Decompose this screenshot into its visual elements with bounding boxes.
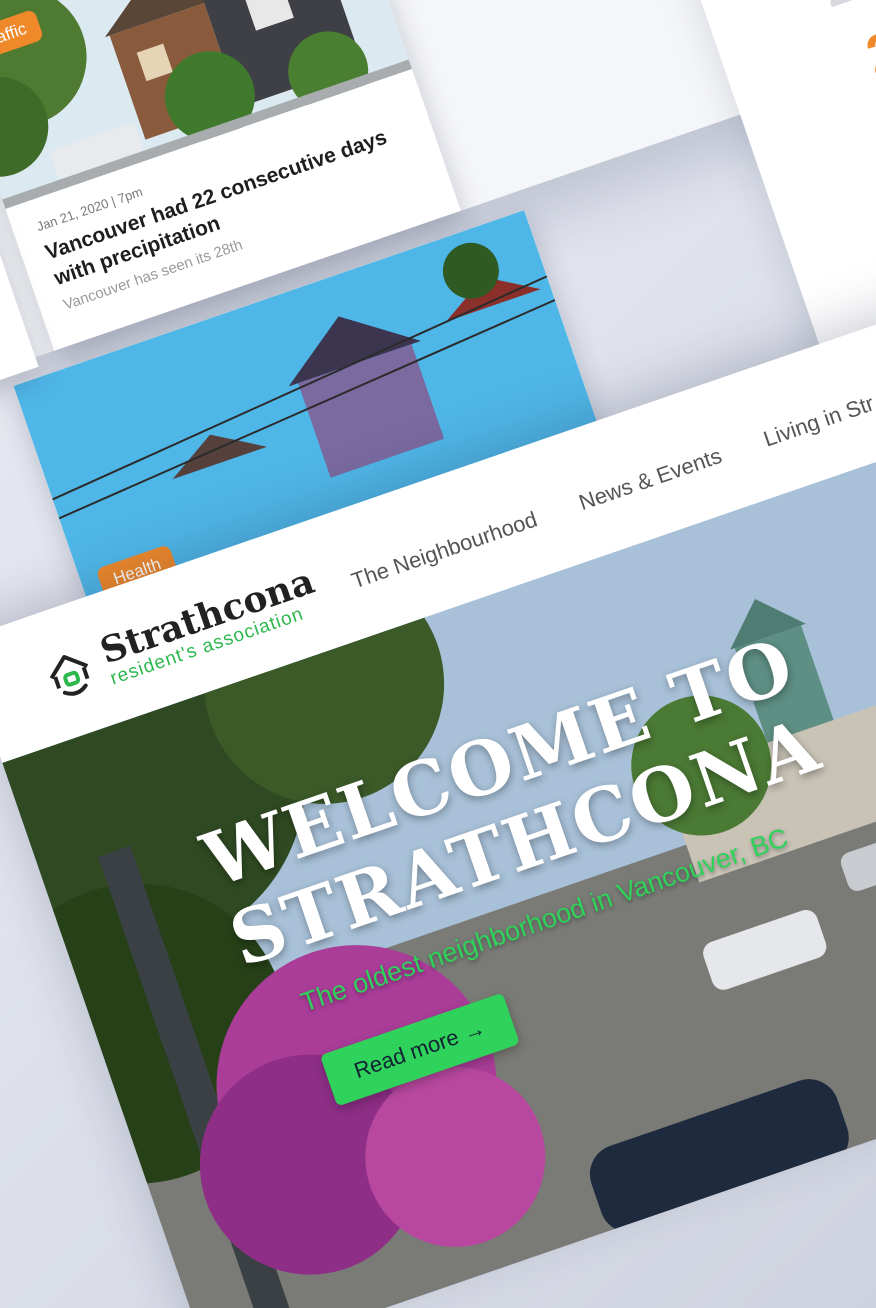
house-logo-icon xyxy=(49,654,90,696)
nav-item-news-events[interactable]: News & Events xyxy=(576,443,726,516)
news-board: Traffic Jan 21, 2020 | 7pm Vancouver had… xyxy=(0,0,817,632)
nav-item-living[interactable]: Living in Str xyxy=(760,390,876,452)
stat-number-faded: 20 xyxy=(816,0,876,19)
nav-item-neighbourhood[interactable]: The Neighbourhood xyxy=(348,506,540,594)
stat-number: 2 xyxy=(858,17,876,88)
mockup-stage: Traffic Jan 21, 2020 | 7pm Vancouver had… xyxy=(0,0,876,1308)
